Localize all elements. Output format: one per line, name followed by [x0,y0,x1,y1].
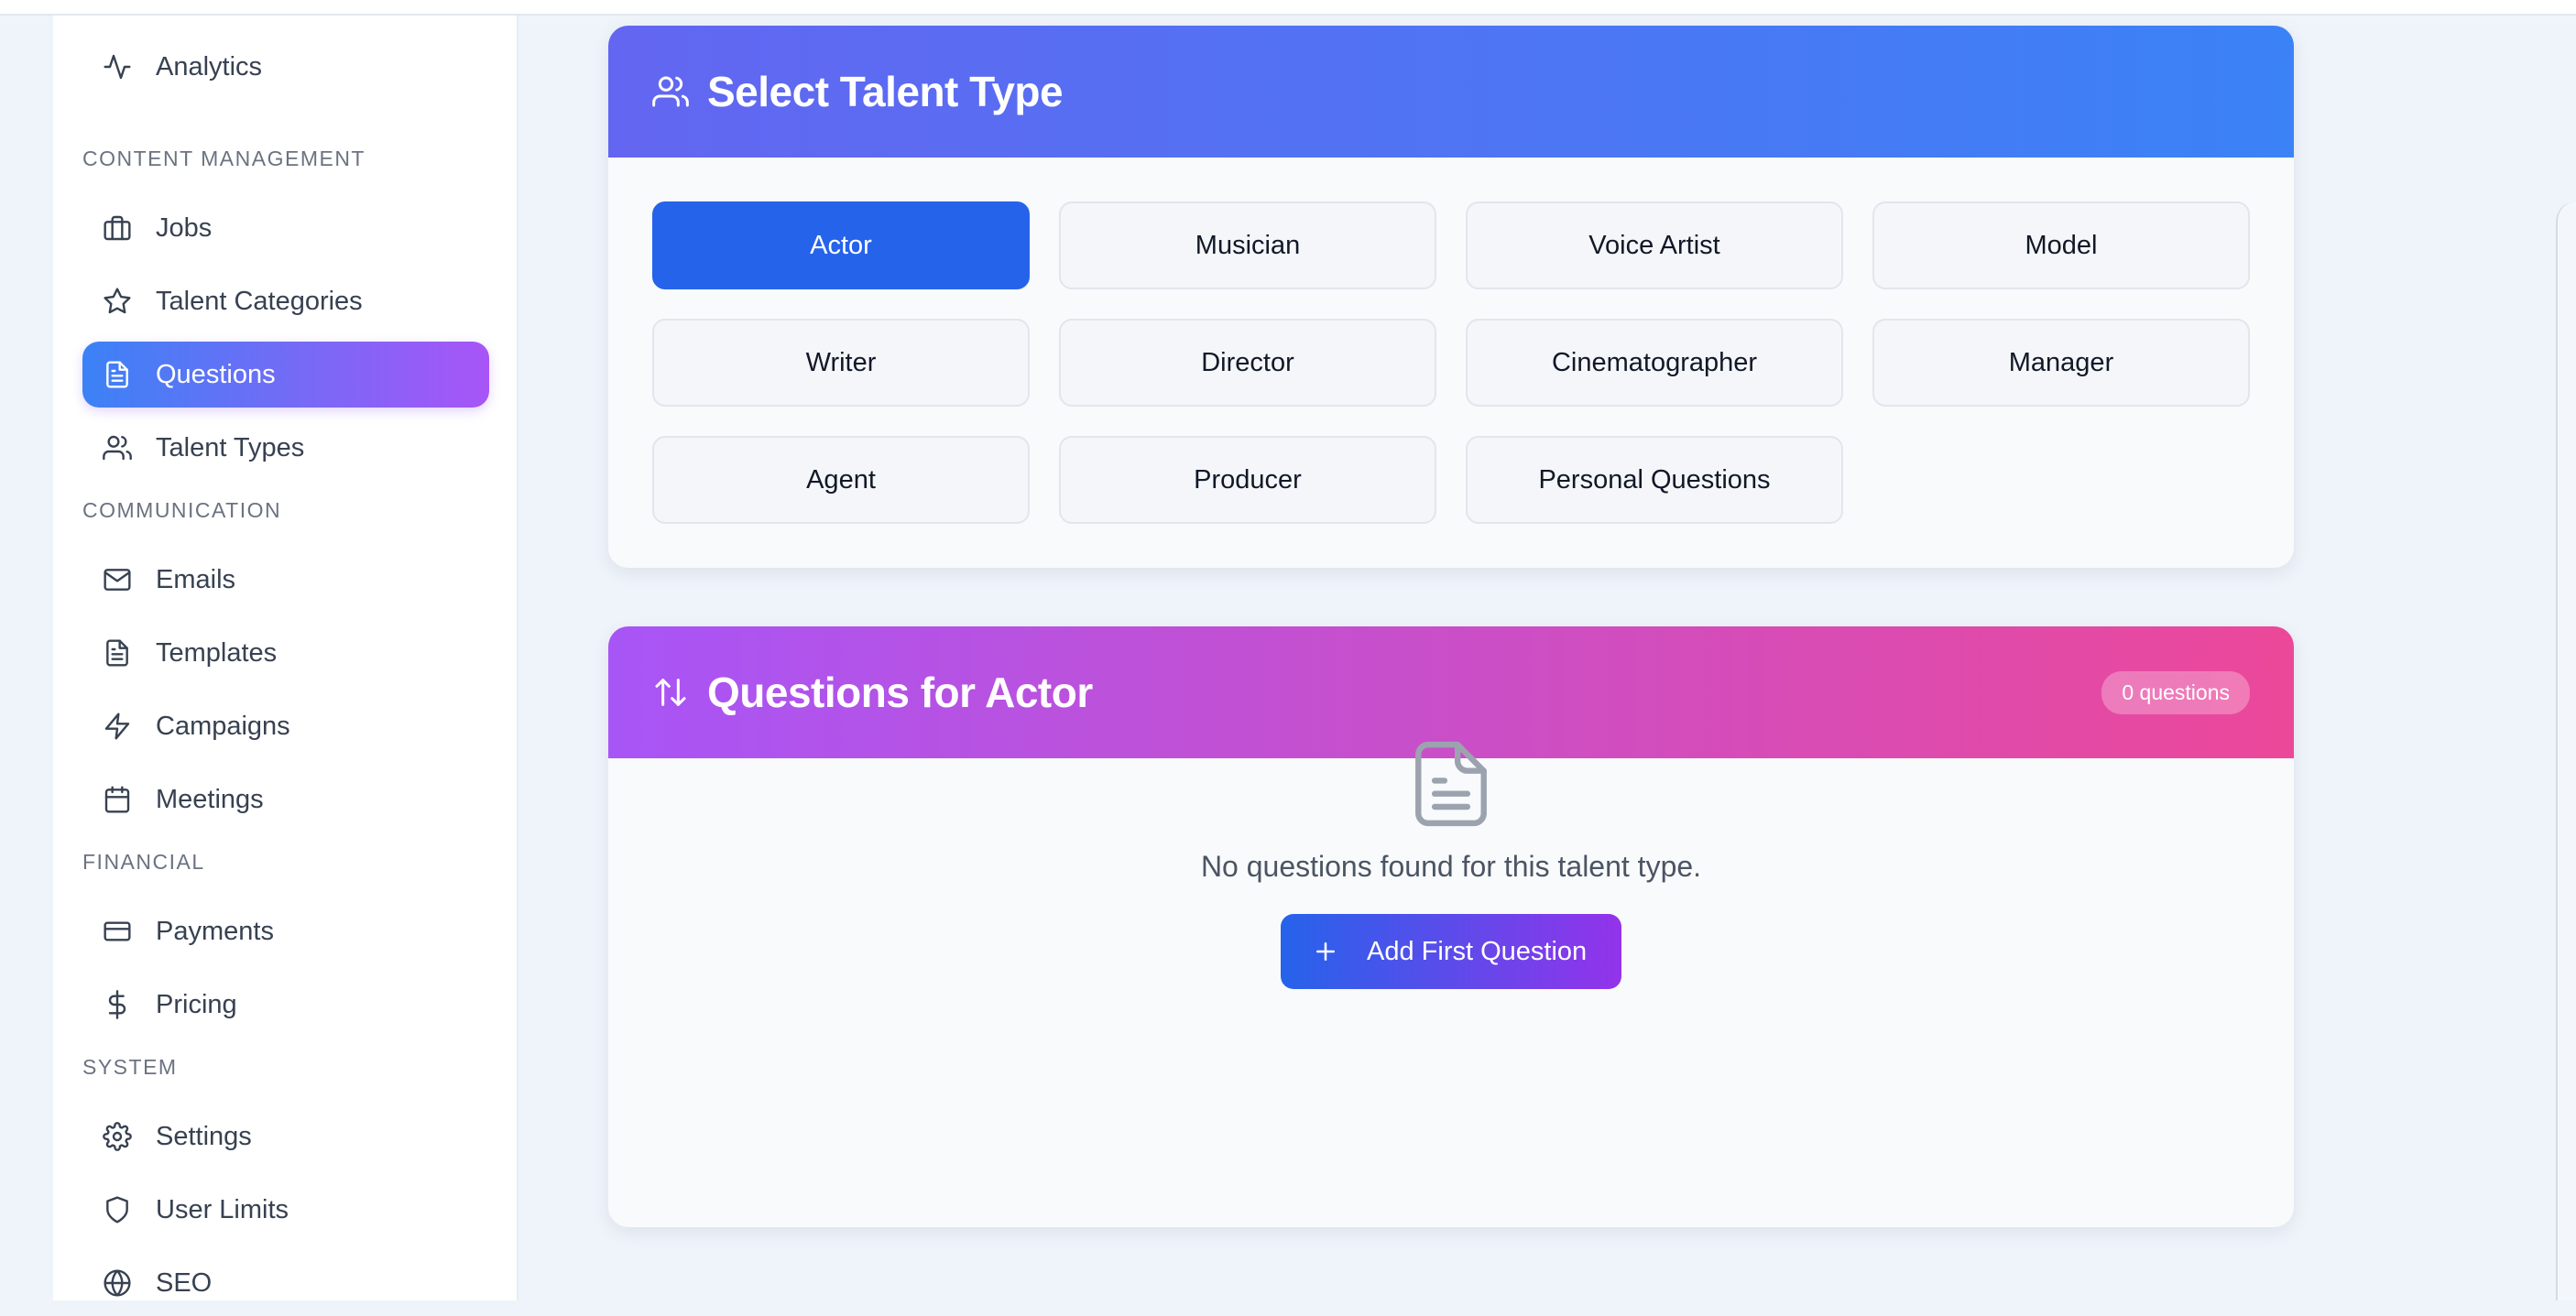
talent-type-option-director[interactable]: Director [1059,319,1436,407]
users-icon [103,435,132,461]
globe-icon [104,1269,131,1297]
document-icon [1415,741,1487,827]
card-title: Select Talent Type [707,68,1064,115]
talent-type-option-agent[interactable]: Agent [652,436,1030,524]
sidebar-item-label: Campaigns [156,711,290,741]
talent-type-option-writer[interactable]: Writer [652,319,1030,407]
sidebar-item-templates[interactable]: Templates [82,620,489,686]
question-count-badge: 0 questions [2101,670,2250,714]
users-icon [652,76,689,107]
top-bar [0,0,2576,16]
lightning-icon [104,712,130,740]
mail-icon [104,569,131,591]
sidebar-item-label: Jobs [156,212,213,243]
sidebar-item-label: Analytics [156,51,263,82]
sidebar-item-analytics[interactable]: Analytics [82,34,489,100]
sidebar-item-label: Talent Types [156,432,305,462]
add-first-question-label: Add First Question [1367,936,1588,966]
sidebar-item-settings[interactable]: Settings [82,1104,489,1169]
sidebar-item-label: SEO [156,1267,213,1298]
sidebar-item-label: Templates [156,637,278,668]
sidebar-item-talent-types[interactable]: Talent Types [82,415,489,481]
sidebar-item-label: Emails [156,564,236,594]
talent-type-option-actor[interactable]: Actor [652,201,1030,289]
sort-arrows-icon [655,679,686,706]
talent-type-card-header: Select Talent Type [608,26,2294,158]
talent-type-option-manager[interactable]: Manager [1872,319,2250,407]
sidebar-item-questions[interactable]: Questions [82,342,489,408]
calendar-icon [104,786,130,813]
card-title: Questions for Actor [707,669,1093,716]
add-first-question-button[interactable]: Add First Question [1281,914,1621,989]
talent-type-card: Select Talent Type Actor Musician Voice … [608,26,2294,568]
briefcase-icon [104,215,131,241]
talent-type-option-model[interactable]: Model [1872,201,2250,289]
document-icon [106,361,128,388]
sidebar-item-jobs[interactable]: Jobs [82,195,489,261]
sidebar-item-label: Meetings [156,784,264,814]
sidebar-item-user-limits[interactable]: User Limits [82,1177,489,1243]
section-title-system: SYSTEM [82,1055,178,1079]
sidebar-item-talent-categories[interactable]: Talent Categories [82,268,489,334]
talent-type-option-cinematographer[interactable]: Cinematographer [1466,319,1843,407]
sidebar-item-label: Talent Categories [156,286,363,316]
sidebar-item-emails[interactable]: Emails [82,547,489,613]
plus-icon [1316,942,1335,961]
talent-type-option-producer[interactable]: Producer [1059,436,1436,524]
talent-type-option-musician[interactable]: Musician [1059,201,1436,289]
sidebar-item-campaigns[interactable]: Campaigns [82,693,489,759]
section-title-communication: COMMUNICATION [82,498,282,522]
shield-icon [106,1196,128,1224]
questions-card: Questions for Actor 0 questions No quest… [608,626,2294,1227]
activity-icon [104,54,131,80]
talent-type-option-personal-questions[interactable]: Personal Questions [1466,436,1843,524]
credit-card-icon [104,921,131,941]
sidebar-item-label: Questions [156,359,276,389]
window-scroll-edge [2556,201,2576,1300]
sidebar-item-seo[interactable]: SEO [82,1250,489,1316]
sidebar-item-label: Pricing [156,989,237,1019]
sidebar-item-label: User Limits [156,1194,289,1224]
sidebar-item-meetings[interactable]: Meetings [82,767,489,832]
document-icon [106,639,128,667]
section-title-financial: FINANCIAL [82,850,205,874]
talent-type-option-voice-artist[interactable]: Voice Artist [1466,201,1843,289]
empty-state-message: No questions found for this talent type. [1200,850,1702,883]
section-title-content-management: CONTENT MANAGEMENT [82,147,366,170]
dollar-icon [108,990,126,1019]
sidebar-item-payments[interactable]: Payments [82,898,489,964]
sidebar-item-pricing[interactable]: Pricing [82,972,489,1038]
gear-icon [103,1122,132,1151]
sidebar-item-label: Payments [156,916,274,946]
star-icon [104,288,131,314]
sidebar-item-label: Settings [156,1121,252,1151]
sidebar: Analytics CONTENT MANAGEMENT Jobs Talent… [53,16,518,1300]
